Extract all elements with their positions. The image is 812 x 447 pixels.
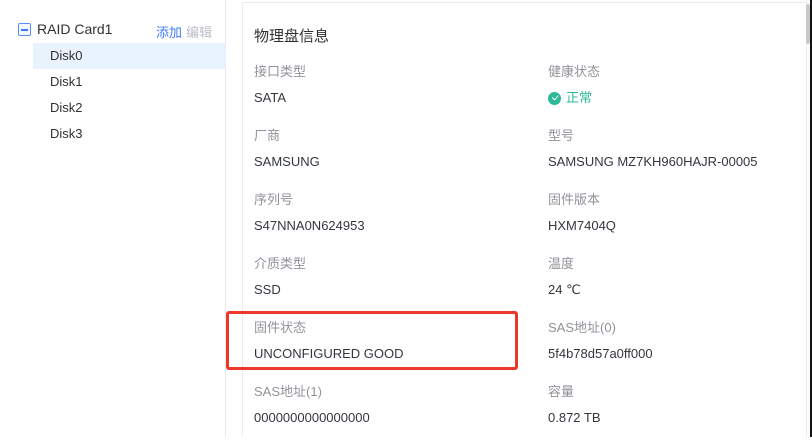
field-label: 容量 [548, 383, 798, 401]
field-value: 0.872 TB [548, 409, 798, 427]
field-label: 健康状态 [548, 63, 798, 81]
raid-card-title: RAID Card1 [37, 21, 112, 37]
field-label: 序列号 [254, 191, 544, 209]
sidebar-item-disk0[interactable]: Disk0 [33, 43, 226, 69]
raid-card-header: RAID Card1 添加 编辑 [0, 18, 226, 44]
field-value: UNCONFIGURED GOOD [254, 345, 544, 363]
field-value: 0000000000000000 [254, 409, 544, 427]
field-value: SAMSUNG MZ7KH960HAJR-00005 [548, 153, 798, 171]
field-value: 5f4b78d57a0ff000 [548, 345, 798, 363]
field-label: 厂商 [254, 127, 544, 145]
field-value: SATA [254, 89, 544, 107]
check-circle-icon [548, 92, 561, 105]
field-label: 型号 [548, 127, 798, 145]
physical-disk-info-panel: 物理盘信息 接口类型 SATA 厂商 SAMSUNG 序列号 S47NNA0N6… [242, 2, 806, 437]
field-value: SSD [254, 281, 544, 299]
field-value: 正常 [548, 89, 798, 107]
sidebar-item-disk1[interactable]: Disk1 [33, 69, 226, 95]
add-link[interactable]: 添加 [156, 22, 182, 41]
page: { "sidebar": { "tree": { "collapse_icon"… [0, 0, 812, 437]
field-capacity: 容量 0.872 TB [548, 383, 798, 447]
field-value: HXM7404Q [548, 217, 798, 235]
edit-link[interactable]: 编辑 [186, 22, 212, 41]
field-label: 温度 [548, 255, 798, 273]
collapse-minus-icon[interactable] [18, 23, 31, 36]
field-interface-type: 接口类型 SATA [254, 63, 544, 127]
sidebar: RAID Card1 添加 编辑 Disk0 Disk1 Disk2 Disk3 [0, 0, 226, 437]
field-sas-address-1: SAS地址(1) 0000000000000000 [254, 383, 544, 447]
fields-column-left: 接口类型 SATA 厂商 SAMSUNG 序列号 S47NNA0N624953 … [254, 63, 544, 447]
field-label: 固件版本 [548, 191, 798, 209]
field-value: S47NNA0N624953 [254, 217, 544, 235]
fields-column-right: 健康状态 正常 型号 SAMSUNG MZ7KH960HAJR-00005 固件… [548, 63, 798, 447]
field-serial-number: 序列号 S47NNA0N624953 [254, 191, 544, 255]
field-sas-address-0: SAS地址(0) 5f4b78d57a0ff000 [548, 319, 798, 383]
field-vendor: 厂商 SAMSUNG [254, 127, 544, 191]
health-status-text: 正常 [566, 89, 592, 107]
field-firmware-version: 固件版本 HXM7404Q [548, 191, 798, 255]
field-value: SAMSUNG [254, 153, 544, 171]
field-model: 型号 SAMSUNG MZ7KH960HAJR-00005 [548, 127, 798, 191]
sidebar-item-disk2[interactable]: Disk2 [33, 95, 226, 121]
field-label: SAS地址(1) [254, 383, 544, 401]
field-label: 介质类型 [254, 255, 544, 273]
sidebar-item-disk3[interactable]: Disk3 [33, 121, 226, 147]
field-label: 接口类型 [254, 63, 544, 81]
disk-list: Disk0 Disk1 Disk2 Disk3 [0, 43, 226, 147]
field-value: 24 ℃ [548, 281, 798, 299]
field-firmware-status: 固件状态 UNCONFIGURED GOOD [254, 319, 544, 383]
field-label: 固件状态 [254, 319, 544, 337]
field-media-type: 介质类型 SSD [254, 255, 544, 319]
field-health-status: 健康状态 正常 [548, 63, 798, 127]
field-temperature: 温度 24 ℃ [548, 255, 798, 319]
page-title: 物理盘信息 [254, 25, 329, 46]
field-label: SAS地址(0) [548, 319, 798, 337]
